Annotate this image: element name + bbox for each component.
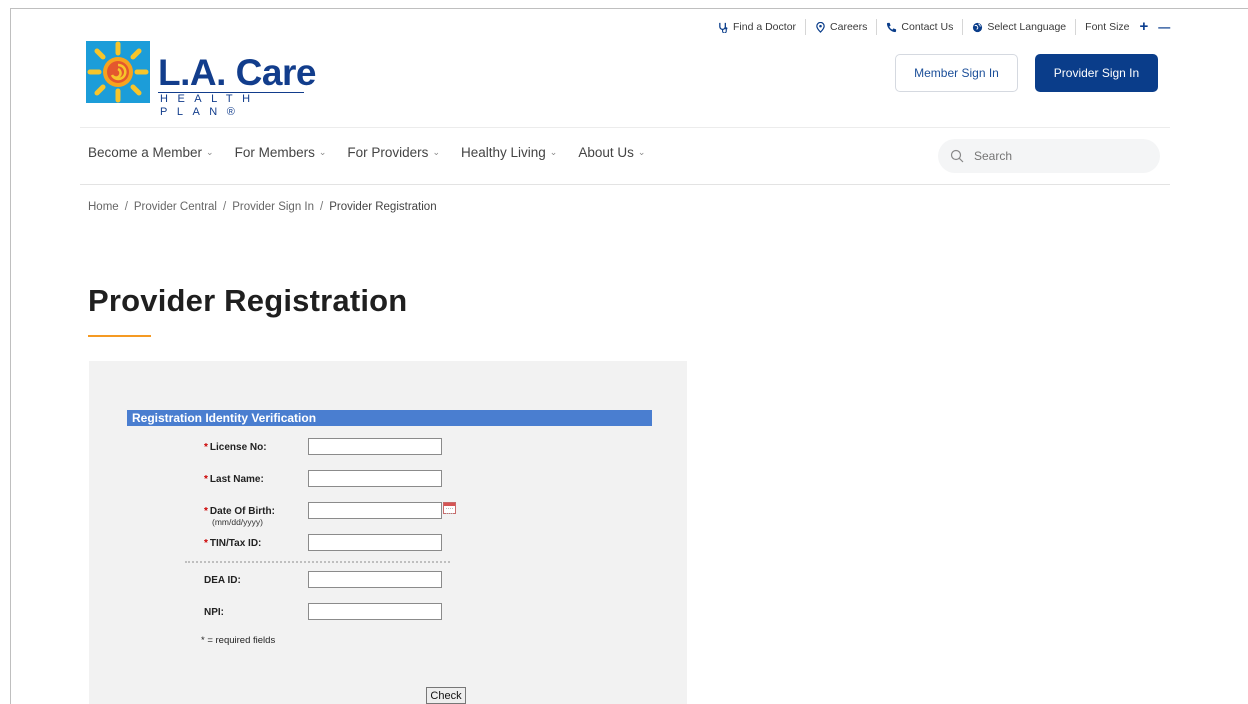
title-underline (88, 335, 151, 337)
npi-input[interactable] (308, 603, 442, 620)
nav-item-for-providers[interactable]: For Providers ⌄ (347, 145, 440, 160)
font-increase-button[interactable]: + (1140, 19, 1149, 34)
utility-bar: Find a Doctor Careers Contact Us Select … (718, 19, 1179, 35)
npi-label: NPI: (204, 607, 224, 618)
provider-sign-in-button[interactable]: Provider Sign In (1035, 54, 1158, 92)
logo-tagline: HEALTH PLAN® (158, 92, 304, 119)
find-doctor-label: Find a Doctor (733, 21, 797, 33)
font-size-control: Font Size + — (1076, 19, 1179, 35)
dob-format-hint: (mm/dd/yyyy) (212, 517, 263, 527)
search-box[interactable] (938, 139, 1160, 173)
breadcrumb-current: Provider Registration (329, 201, 437, 213)
date-of-birth-input[interactable] (308, 502, 442, 519)
chevron-down-icon: ⌄ (206, 147, 214, 157)
member-sign-in-button[interactable]: Member Sign In (895, 54, 1018, 92)
font-size-label: Font Size (1085, 21, 1130, 33)
tin-label: * TIN/Tax ID: (204, 538, 262, 549)
chevron-down-icon: ⌄ (637, 147, 646, 157)
globe-icon (973, 22, 983, 32)
check-button[interactable]: Check (426, 687, 466, 704)
main-nav: Become a Member ⌄ For Members ⌄ For Provid… (88, 145, 666, 160)
last-name-input[interactable] (308, 470, 442, 487)
search-input[interactable] (974, 149, 1144, 163)
calendar-icon[interactable] (443, 502, 456, 514)
breadcrumb-home[interactable]: Home (88, 201, 119, 213)
tin-tax-id-input[interactable] (308, 534, 442, 551)
breadcrumb-separator: / (124, 201, 128, 213)
contact-us-label: Contact Us (901, 21, 954, 33)
license-number-input[interactable] (308, 438, 442, 455)
nav-divider-bottom (80, 184, 1170, 185)
required-marker: * (204, 442, 208, 453)
page-title: Provider Registration (88, 283, 408, 318)
license-label: * License No: (204, 442, 267, 453)
find-doctor-link[interactable]: Find a Doctor (718, 19, 807, 35)
careers-link[interactable]: Careers (806, 19, 878, 35)
nav-label: For Providers (347, 145, 429, 160)
nav-item-become-a-member[interactable]: Become a Member ⌄ (88, 145, 214, 160)
chevron-down-icon: ⌄ (549, 147, 558, 157)
stethoscope-icon (719, 22, 728, 33)
dob-label: * Date Of Birth: (204, 506, 275, 517)
breadcrumb-separator: / (320, 201, 324, 213)
last-name-label: * Last Name: (204, 474, 264, 485)
logo[interactable]: L.A. Care HEALTH PLAN® (86, 41, 316, 119)
search-icon (950, 149, 964, 163)
nav-label: Healthy Living (460, 145, 546, 160)
breadcrumb-provider-central[interactable]: Provider Central (134, 201, 217, 213)
font-decrease-button[interactable]: — (1158, 20, 1170, 34)
chevron-down-icon: ⌄ (318, 147, 327, 157)
careers-label: Careers (830, 21, 868, 33)
form-header: Registration Identity Verification (127, 410, 652, 426)
nav-label: About Us (578, 145, 634, 160)
phone-icon (887, 22, 897, 32)
select-language-label: Select Language (987, 21, 1067, 33)
dea-label: DEA ID: (204, 575, 241, 586)
select-language-link[interactable]: Select Language (963, 19, 1077, 35)
breadcrumb-provider-sign-in[interactable]: Provider Sign In (232, 201, 314, 213)
required-marker: * (204, 538, 208, 549)
nav-item-for-members[interactable]: For Members ⌄ (235, 145, 327, 160)
location-pin-icon (816, 21, 825, 33)
breadcrumb: Home / Provider Central / Provider Sign … (88, 201, 437, 213)
chevron-down-icon: ⌄ (432, 147, 440, 157)
required-fields-note: * = required fields (201, 635, 276, 646)
required-marker: * (204, 474, 208, 485)
nav-item-about-us[interactable]: About Us ⌄ (578, 145, 645, 160)
sun-logo-icon (86, 41, 150, 103)
logo-name: L.A. Care (158, 52, 316, 93)
nav-label: Become a Member (88, 145, 203, 160)
required-marker: * (204, 506, 208, 517)
breadcrumb-separator: / (222, 201, 227, 213)
nav-item-healthy-living[interactable]: Healthy Living ⌄ (461, 145, 557, 160)
dea-id-input[interactable] (308, 571, 442, 588)
nav-label: For Members (234, 145, 315, 160)
nav-divider-top (80, 127, 1170, 128)
contact-us-link[interactable]: Contact Us (877, 19, 964, 35)
form-divider (185, 561, 450, 563)
